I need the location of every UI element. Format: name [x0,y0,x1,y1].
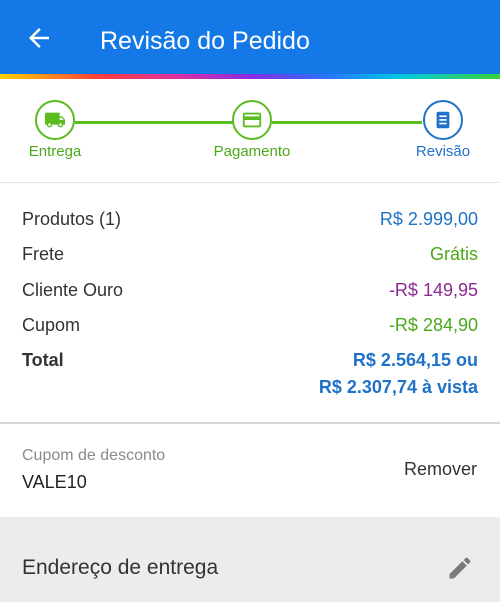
order-summary: Produtos (1) R$ 2.999,00 Frete Grátis Cl… [0,183,500,423]
step-pagamento[interactable] [232,100,272,140]
step-label-entrega: Entrega [28,143,82,160]
back-button[interactable] [24,23,54,53]
gold-label: Cliente Ouro [22,280,124,300]
step-entrega[interactable] [35,100,75,140]
products-label: Produtos (1) [22,209,122,229]
coupon-section: Cupom de desconto VALE10 Remover [0,424,500,517]
step-label-pagamento: Pagamento [213,143,291,160]
total-value-installments: R$ 2.564,15 ou [352,350,478,370]
remove-coupon-button[interactable]: Remover [404,459,477,480]
gold-value: -R$ 149,95 [388,280,478,300]
app-bar: Revisão do Pedido [0,0,500,74]
checkout-stepper: Entrega Pagamento Revisão [0,79,500,183]
shipping-label: Frete [22,244,65,264]
edit-address-button[interactable] [446,554,474,582]
address-title: Endereço de entrega [22,556,219,579]
coupon-code: VALE10 [22,472,87,492]
pencil-icon [449,557,471,579]
coupon-discount-label: Cupom [22,315,81,335]
arrow-left-icon [29,28,49,48]
shipping-address-section[interactable]: Endereço de entrega [0,540,500,602]
total-value-cash: R$ 2.307,74 à vista [318,377,478,397]
shipping-value: Grátis [429,244,478,264]
products-value: R$ 2.999,00 [379,209,478,229]
page-title: Revisão do Pedido [100,27,310,55]
step-revisao[interactable] [423,100,463,140]
truck-icon [44,112,66,128]
list-icon [436,111,450,129]
total-label: Total [22,350,64,370]
step-label-revisao: Revisão [415,143,471,160]
step-connector [272,121,422,124]
coupon-discount-value: -R$ 284,90 [388,315,478,335]
coupon-label: Cupom de desconto [22,447,166,464]
step-connector [75,121,233,124]
credit-card-icon [242,112,262,128]
